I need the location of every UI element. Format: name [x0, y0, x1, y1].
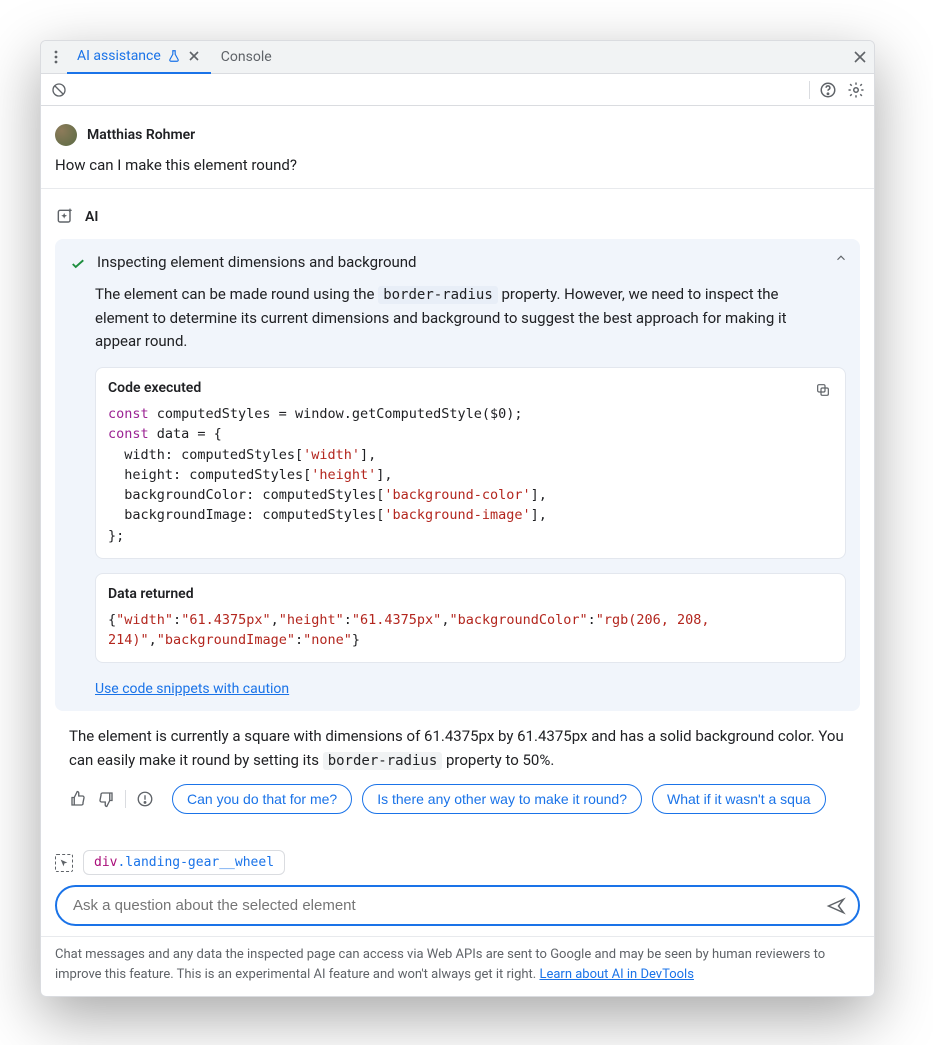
- context-row: div.landing-gear__wheel: [41, 846, 874, 885]
- ai-response: AI Inspecting element dimensions and bac…: [41, 189, 874, 846]
- tab-label: Console: [221, 49, 272, 65]
- data-returned-card: Data returned {"width":"61.4375px","heig…: [95, 573, 846, 664]
- suggestion-pill[interactable]: Can you do that for me?: [172, 784, 352, 814]
- suggestion-pill[interactable]: What if it wasn't a squa: [652, 784, 826, 814]
- avatar: [55, 124, 77, 146]
- collapse-icon[interactable]: [834, 251, 848, 265]
- report-icon[interactable]: [136, 790, 154, 808]
- inline-code: border-radius: [378, 286, 498, 304]
- select-element-icon[interactable]: [55, 854, 73, 872]
- ai-label: AI: [85, 209, 98, 225]
- ai-summary: The element is currently a square with d…: [55, 725, 860, 784]
- divider: [125, 790, 126, 808]
- sparkle-icon: [55, 207, 75, 227]
- learn-link[interactable]: Learn about AI in DevTools: [539, 967, 693, 982]
- tab-console[interactable]: Console: [211, 41, 282, 74]
- step-title: Inspecting element dimensions and backgr…: [97, 253, 417, 271]
- footer-note: Chat messages and any data the inspected…: [41, 936, 874, 996]
- user-question: How can I make this element round?: [55, 156, 860, 174]
- close-icon[interactable]: [187, 49, 201, 63]
- suggestion-pill[interactable]: Is there any other way to make it round?: [362, 784, 642, 814]
- user-message: Matthias Rohmer How can I make this elem…: [41, 106, 874, 189]
- help-icon[interactable]: [818, 80, 838, 100]
- tab-ai-assistance[interactable]: AI assistance: [67, 41, 211, 74]
- user-name: Matthias Rohmer: [87, 127, 195, 143]
- inline-code: border-radius: [323, 752, 443, 770]
- element-breadcrumb[interactable]: div.landing-gear__wheel: [83, 850, 285, 875]
- send-icon[interactable]: [826, 896, 846, 916]
- flask-icon: [167, 49, 181, 63]
- close-panel-icon[interactable]: [846, 50, 874, 64]
- check-icon: [69, 255, 87, 273]
- more-menu-icon[interactable]: [45, 50, 67, 64]
- code-executed-card: Code executed const computedStyles = win…: [95, 367, 846, 559]
- toolbar: [41, 74, 874, 106]
- code-block: const computedStyles = window.getCompute…: [108, 404, 833, 546]
- thumbs-up-icon[interactable]: [69, 790, 87, 808]
- code-block: {"width":"61.4375px","height":"61.4375px…: [108, 610, 833, 651]
- step-card: Inspecting element dimensions and backgr…: [55, 239, 860, 711]
- thumbs-down-icon[interactable]: [97, 790, 115, 808]
- copy-icon[interactable]: [811, 378, 835, 402]
- devtools-panel: AI assistance Console Matthias: [40, 40, 875, 997]
- step-description: The element can be made round using the …: [55, 283, 860, 367]
- tab-label: AI assistance: [77, 48, 161, 64]
- block-icon[interactable]: [49, 80, 69, 100]
- code-executed-title: Code executed: [108, 380, 833, 396]
- caution-link[interactable]: Use code snippets with caution: [95, 681, 289, 697]
- divider: [809, 81, 810, 99]
- tab-bar: AI assistance Console: [41, 41, 874, 74]
- data-returned-title: Data returned: [108, 586, 833, 602]
- gear-icon[interactable]: [846, 80, 866, 100]
- question-input[interactable]: [55, 885, 860, 926]
